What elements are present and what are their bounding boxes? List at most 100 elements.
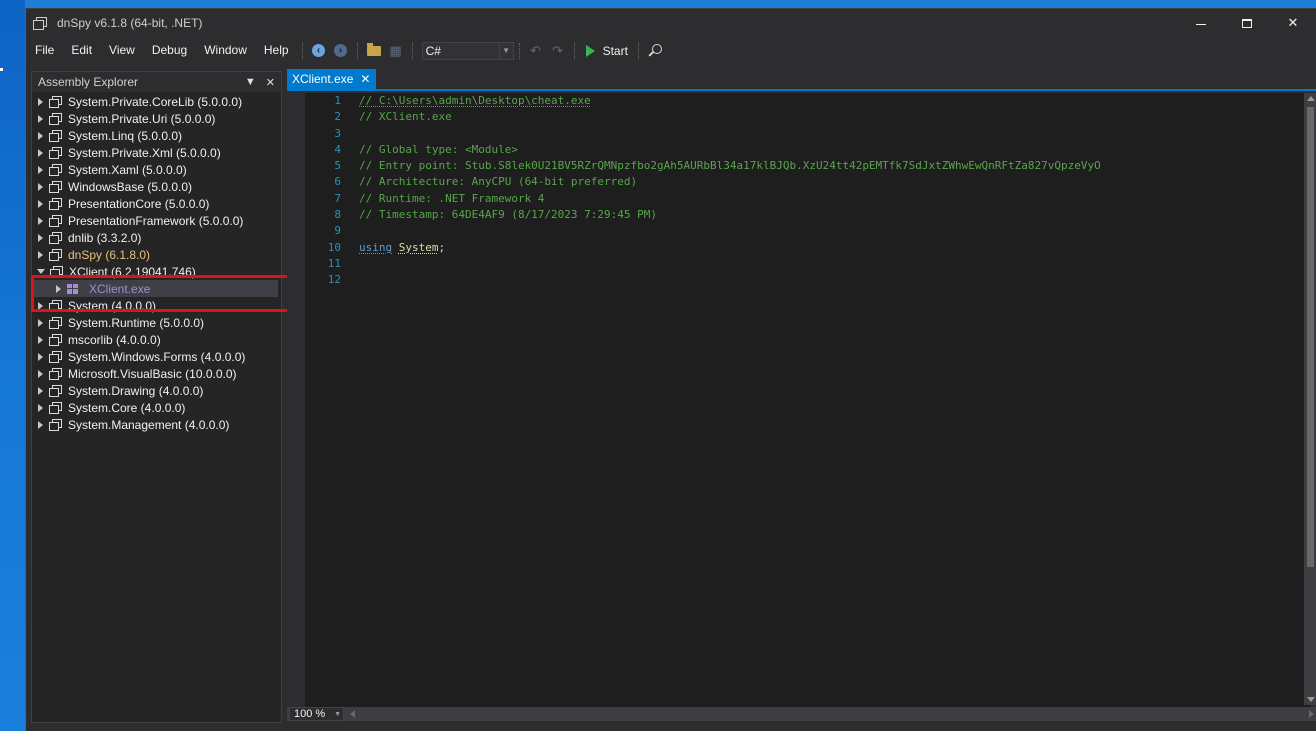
tree-item-label: System.Xaml (5.0.0.0) <box>68 162 187 177</box>
tree-item-xclient[interactable]: XClient (6.2.19041.746) <box>32 263 281 280</box>
assembly-icon <box>49 164 62 176</box>
navigate-forward-button[interactable]: › <box>330 40 352 62</box>
assembly-icon <box>49 334 62 346</box>
close-window-button[interactable]: ✕ <box>1270 9 1316 37</box>
tree-item[interactable]: System.Management (4.0.0.0) <box>32 416 281 433</box>
zoom-select[interactable]: 100 % ▼ <box>289 707 344 721</box>
expand-arrow-icon[interactable] <box>38 114 43 123</box>
expand-arrow-icon[interactable] <box>38 386 43 395</box>
tree-item-label: System.Linq (5.0.0.0) <box>68 128 183 143</box>
expand-arrow-icon[interactable] <box>38 97 43 106</box>
expand-arrow-icon[interactable] <box>38 301 43 310</box>
menu-edit[interactable]: Edit <box>62 37 100 64</box>
tree-item[interactable]: System.Private.Uri (5.0.0.0) <box>32 110 281 127</box>
expand-arrow-icon[interactable] <box>38 420 43 429</box>
tree-item[interactable]: PresentationCore (5.0.0.0) <box>32 195 281 212</box>
line-number: 1 <box>334 94 341 107</box>
expand-arrow-icon[interactable] <box>38 233 43 242</box>
namespace-system[interactable]: System <box>399 241 439 254</box>
scroll-thumb[interactable] <box>1307 107 1314 567</box>
search-button[interactable] <box>644 40 666 62</box>
scroll-left-icon[interactable] <box>350 710 355 718</box>
scroll-down-icon[interactable] <box>1307 697 1315 702</box>
tree-item[interactable]: System.Drawing (4.0.0.0) <box>32 382 281 399</box>
search-icon <box>648 43 662 58</box>
tree-item[interactable]: PresentationFramework (5.0.0.0) <box>32 212 281 229</box>
expand-arrow-icon[interactable] <box>38 250 43 259</box>
expand-arrow-icon[interactable] <box>38 216 43 225</box>
vertical-scrollbar[interactable] <box>1304 93 1316 705</box>
editor-bottom-bar: 100 % ▼ <box>287 707 1316 721</box>
tree-item[interactable]: System (4.0.0.0) <box>32 297 281 314</box>
line-number: 6 <box>334 175 341 189</box>
expand-arrow-icon[interactable] <box>38 335 43 344</box>
tree-item[interactable]: System.Linq (5.0.0.0) <box>32 127 281 144</box>
expand-arrow-icon[interactable] <box>38 199 43 208</box>
redo-button[interactable]: ↷ <box>547 40 569 62</box>
open-list-button[interactable]: ▦ <box>385 40 407 62</box>
tree-item[interactable]: System.Xaml (5.0.0.0) <box>32 161 281 178</box>
collapse-arrow-icon[interactable] <box>37 269 45 274</box>
expand-arrow-icon[interactable] <box>38 182 43 191</box>
assembly-icon <box>49 147 62 159</box>
keyword-using[interactable]: using <box>359 241 392 254</box>
menu-window[interactable]: Window <box>195 37 255 64</box>
tree-item[interactable]: System.Runtime (5.0.0.0) <box>32 314 281 331</box>
assembly-icon <box>50 266 63 278</box>
start-debug-button[interactable]: Start <box>585 44 628 58</box>
expand-arrow-icon[interactable] <box>38 318 43 327</box>
code-text: // Entry point: Stub.S8lek0U21BV5RZrQMNp… <box>359 159 1101 173</box>
tree-item[interactable]: dnlib (3.3.2.0) <box>32 229 281 246</box>
tree-item[interactable]: mscorlib (4.0.0.0) <box>32 331 281 348</box>
tree-item[interactable]: Microsoft.VisualBasic (10.0.0.0) <box>32 365 281 382</box>
assembly-icon <box>49 113 62 125</box>
toolbar-separator <box>301 42 303 59</box>
tree-item[interactable]: System.Core (4.0.0.0) <box>32 399 281 416</box>
tab-close-icon[interactable]: ✕ <box>360 72 370 86</box>
status-bar <box>26 723 1316 731</box>
window-controls: ✕ <box>1178 9 1316 37</box>
menu-help[interactable]: Help <box>255 37 297 64</box>
tree-item-label: PresentationFramework (5.0.0.0) <box>68 213 244 228</box>
assembly-icon <box>49 368 62 380</box>
menu-debug[interactable]: Debug <box>143 37 195 64</box>
open-file-button[interactable] <box>363 40 385 62</box>
scroll-up-icon[interactable] <box>1307 96 1315 101</box>
code-line: 3 <box>305 126 1310 142</box>
tree-item[interactable]: System.Private.Xml (5.0.0.0) <box>32 144 281 161</box>
menu-file[interactable]: File <box>26 37 62 64</box>
code-view[interactable]: 1 // C:\Users\admin\Desktop\cheat.exe 2 //… <box>305 93 1310 707</box>
panel-menu-chevron-icon[interactable]: ▼ <box>245 76 256 88</box>
expand-arrow-icon[interactable] <box>38 148 43 157</box>
navigate-back-button[interactable]: ‹ <box>308 40 330 62</box>
language-select[interactable]: C# ▼ <box>421 41 514 60</box>
tree-item[interactable]: System.Private.CoreLib (5.0.0.0) <box>32 93 281 110</box>
code-editor-pane: XClient.exe ✕ 1 // C:\Users\admin\Desktop… <box>287 69 1316 731</box>
code-line: 6 // Architecture: AnyCPU (64-bit preferr… <box>305 174 1310 190</box>
minimize-button[interactable] <box>1178 9 1224 37</box>
expand-arrow-icon[interactable] <box>56 284 61 293</box>
menu-view[interactable]: View <box>100 37 143 64</box>
zoom-value: 100 % <box>294 708 326 720</box>
tree-item[interactable]: dnSpy (6.1.8.0) <box>32 246 281 263</box>
undo-button[interactable]: ↶ <box>525 40 547 62</box>
expand-arrow-icon[interactable] <box>38 131 43 140</box>
tree-item-xclient-module[interactable]: XClient.exe <box>32 280 278 297</box>
expand-arrow-icon[interactable] <box>38 403 43 412</box>
chevron-down-icon: ▼ <box>498 42 513 59</box>
expand-arrow-icon[interactable] <box>38 369 43 378</box>
tree-item[interactable]: WindowsBase (5.0.0.0) <box>32 178 281 195</box>
code-text: // XClient.exe <box>359 110 452 124</box>
expand-arrow-icon[interactable] <box>38 165 43 174</box>
line-number: 2 <box>334 110 341 124</box>
scroll-right-icon[interactable] <box>1309 710 1314 718</box>
tree-item-label: XClient (6.2.19041.746) <box>69 264 196 279</box>
tree-item[interactable]: System.Windows.Forms (4.0.0.0) <box>32 348 281 365</box>
maximize-button[interactable] <box>1224 9 1270 37</box>
tab-xclient-exe[interactable]: XClient.exe ✕ <box>287 69 377 89</box>
assembly-icon <box>49 181 62 193</box>
expand-arrow-icon[interactable] <box>38 352 43 361</box>
panel-close-icon[interactable]: ✕ <box>266 76 275 89</box>
